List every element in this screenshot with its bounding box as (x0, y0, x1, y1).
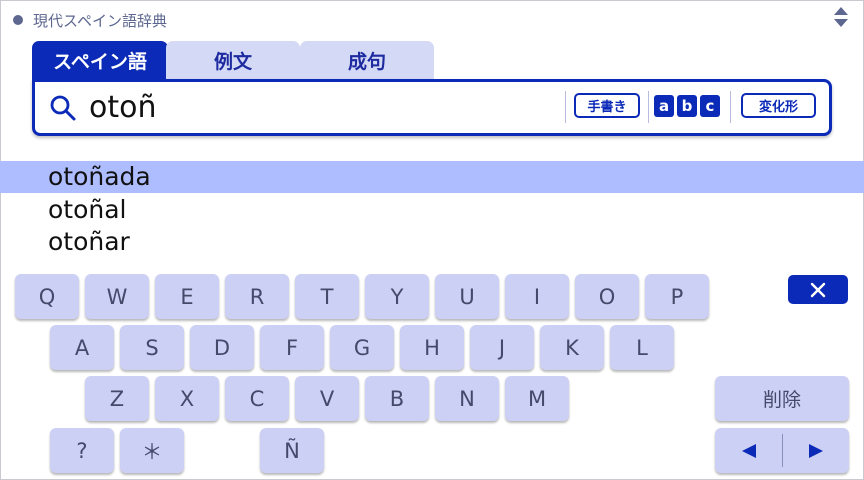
result-text: otoñar (48, 227, 130, 256)
title-bullet-icon (13, 15, 23, 25)
title-bar: 現代スペイン語辞典 (0, 0, 864, 38)
key-y[interactable]: Y (365, 274, 429, 319)
key-n[interactable]: N (435, 376, 499, 421)
key-g[interactable]: G (330, 325, 394, 370)
key-d[interactable]: D (190, 325, 254, 370)
left-triangle-icon (741, 443, 756, 458)
result-item[interactable]: otoñar (0, 226, 864, 258)
magnifier-icon (50, 95, 76, 121)
tab-spanish[interactable]: スペイン語 (32, 41, 168, 79)
close-x-icon (810, 282, 826, 297)
abc-key-b[interactable]: b (677, 95, 697, 117)
key-z[interactable]: Z (85, 376, 149, 421)
key-s[interactable]: S (120, 325, 184, 370)
tab-example-sentences[interactable]: 例文 (166, 41, 300, 79)
key-j[interactable]: J (470, 325, 534, 370)
key-question-mark[interactable]: ? (50, 428, 114, 473)
key-r[interactable]: R (225, 274, 289, 319)
key-x[interactable]: X (155, 376, 219, 421)
key-n-tilde[interactable]: Ñ (260, 428, 324, 473)
key-q[interactable]: Q (15, 274, 79, 319)
separator (730, 91, 731, 123)
key-o[interactable]: O (575, 274, 639, 319)
key-b[interactable]: B (365, 376, 429, 421)
separator (648, 91, 649, 123)
key-v[interactable]: V (295, 376, 359, 421)
key-t[interactable]: T (295, 274, 359, 319)
cursor-left-button[interactable] (715, 428, 782, 473)
cursor-arrow-keys (715, 428, 849, 473)
handwriting-button[interactable]: 手書き (574, 93, 640, 118)
key-u[interactable]: U (435, 274, 499, 319)
cursor-right-button[interactable] (782, 428, 849, 473)
key-asterisk[interactable]: ＊ (120, 428, 184, 473)
key-p[interactable]: P (645, 274, 709, 319)
delete-button[interactable]: 削除 (715, 376, 849, 421)
right-triangle-icon (808, 443, 823, 458)
key-l[interactable]: L (610, 325, 674, 370)
abc-key-a[interactable]: a (654, 95, 674, 117)
result-text: otoñal (48, 195, 127, 224)
result-item[interactable]: otoñada (0, 161, 864, 193)
key-m[interactable]: M (505, 376, 569, 421)
abc-key-c[interactable]: c (700, 95, 720, 117)
result-item[interactable]: otoñal (0, 194, 864, 226)
key-f[interactable]: F (260, 325, 324, 370)
key-k[interactable]: K (540, 325, 604, 370)
up-down-triangle-icon[interactable] (832, 6, 850, 28)
close-button[interactable] (788, 275, 848, 304)
key-e[interactable]: E (155, 274, 219, 319)
key-h[interactable]: H (400, 325, 464, 370)
separator (565, 91, 566, 123)
key-a[interactable]: A (50, 325, 114, 370)
key-c[interactable]: C (225, 376, 289, 421)
app-title: 現代スペイン語辞典 (33, 12, 167, 30)
key-w[interactable]: W (85, 274, 149, 319)
search-input[interactable] (89, 86, 549, 128)
search-box: 手書き a b c 変化形 (32, 79, 832, 136)
result-text: otoñada (48, 162, 151, 191)
tab-idioms[interactable]: 成句 (300, 41, 434, 79)
conjugation-button[interactable]: 変化形 (741, 93, 816, 118)
key-i[interactable]: I (505, 274, 569, 319)
